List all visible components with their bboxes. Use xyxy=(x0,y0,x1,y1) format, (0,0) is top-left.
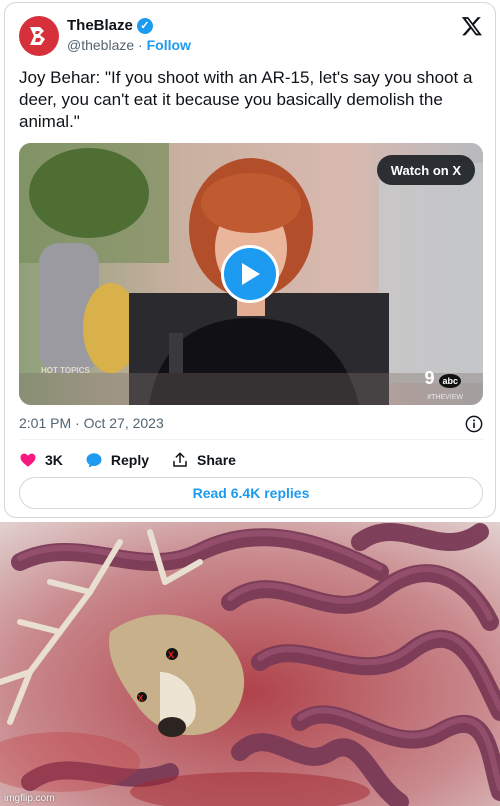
read-replies-button[interactable]: Read 6.4K replies xyxy=(19,477,483,509)
watch-on-x-button[interactable]: Watch on X xyxy=(376,155,475,185)
show-logo: HOT TOPICS xyxy=(41,366,90,375)
verified-badge-icon: ✓ xyxy=(136,17,153,34)
channel-hashtag: #THEVIEW xyxy=(427,394,463,401)
theblaze-logo-icon xyxy=(30,27,45,45)
tweet-timestamp[interactable]: 2:01 PM · Oct 27, 2023 xyxy=(19,415,164,431)
author-name[interactable]: TheBlaze xyxy=(67,17,133,34)
author-name-row[interactable]: TheBlaze ✓ xyxy=(67,17,153,34)
video-player[interactable]: Watch on X HOT TOPICS 9 abc #THEVIEW xyxy=(19,143,483,405)
svg-text:X: X xyxy=(138,694,144,703)
info-icon[interactable] xyxy=(465,415,483,433)
imgflip-watermark: imgflip.com xyxy=(4,793,55,804)
x-logo-icon[interactable] xyxy=(461,15,483,37)
tweet-text: Joy Behar: "If you shoot with an AR-15, … xyxy=(19,68,473,131)
share-button[interactable]: Share xyxy=(171,451,236,469)
like-button[interactable]: 3K xyxy=(19,451,63,469)
author-handle[interactable]: @theblaze xyxy=(67,37,134,53)
channel-number: 9 xyxy=(424,368,435,388)
divider xyxy=(19,439,483,440)
share-label: Share xyxy=(197,452,236,468)
reply-button[interactable]: Reply xyxy=(85,451,149,469)
play-button[interactable] xyxy=(221,245,279,303)
handle-separator: · xyxy=(138,37,143,53)
demolished-deer-image: X X xyxy=(0,522,500,806)
reply-label: Reply xyxy=(110,452,150,468)
author-handle-row: @theblaze · Follow xyxy=(67,37,191,53)
share-icon xyxy=(173,452,187,467)
channel-badge: abc xyxy=(439,374,461,388)
tweet-actions: 3K Reply Share xyxy=(19,449,258,471)
reply-bubble-icon xyxy=(86,453,102,468)
heart-icon xyxy=(20,453,36,467)
like-count: 3K xyxy=(45,452,63,468)
play-icon xyxy=(242,263,260,285)
tweet-card: TheBlaze ✓ @theblaze · Follow Joy Behar:… xyxy=(4,2,496,518)
svg-text:X: X xyxy=(168,650,174,660)
avatar[interactable] xyxy=(19,16,59,56)
follow-button[interactable]: Follow xyxy=(147,37,191,53)
meme-image: X X imgflip.com xyxy=(0,522,500,806)
channel-logo: 9 abc xyxy=(424,368,461,389)
